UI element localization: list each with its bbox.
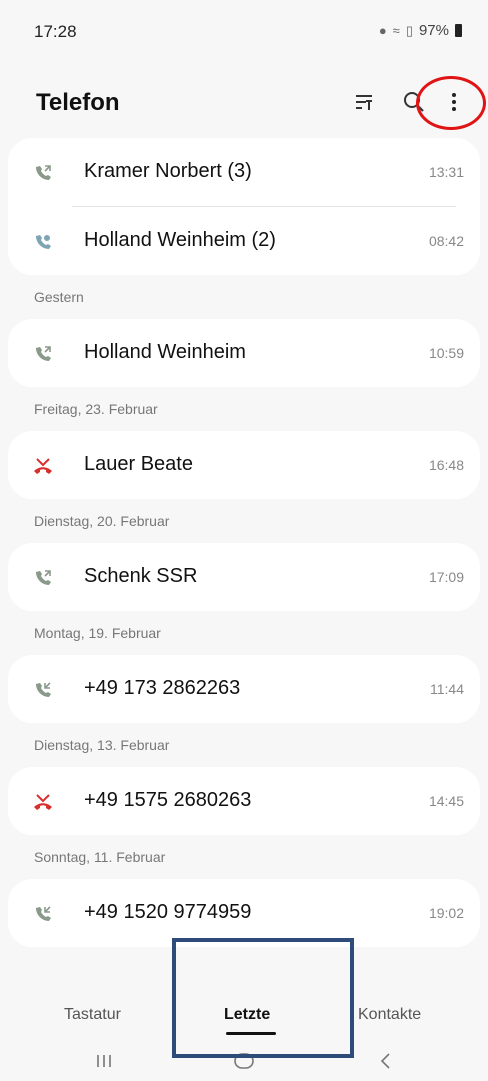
status-icons: ● ≈ ▯ 97% (379, 22, 462, 39)
contact-name: Kramer Norbert (3) (84, 160, 252, 182)
date-header: Dienstag, 20. Februar (34, 513, 170, 529)
contact-name: +49 173 2862263 (84, 677, 241, 699)
call-log-list: Kramer Norbert (3) 13:31 Holland Weinhei… (0, 138, 488, 947)
battery-icon (455, 24, 462, 37)
call-log-row[interactable]: Holland Weinheim (2) 08:42 (8, 207, 480, 275)
search-button[interactable] (396, 84, 432, 120)
tab-letzte[interactable]: Letzte (224, 1006, 270, 1024)
back-button[interactable] (366, 1046, 406, 1076)
call-time: 08:42 (428, 233, 464, 249)
call-time: 17:09 (428, 569, 464, 585)
missed-call-icon (34, 794, 52, 810)
date-header: Freitag, 23. Februar (34, 401, 158, 417)
call-group: Lauer Beate 16:48 (8, 431, 480, 499)
call-time: 11:44 (430, 681, 464, 697)
more-options-button[interactable] (436, 84, 472, 120)
call-log-row[interactable]: Lauer Beate 16:48 (8, 431, 480, 499)
call-time: 16:48 (428, 457, 464, 473)
contact-name: +49 1520 9774959 (84, 901, 252, 923)
call-group: Kramer Norbert (3) 13:31 Holland Weinhei… (8, 138, 480, 275)
back-icon (380, 1053, 390, 1069)
recents-icon (97, 1055, 111, 1067)
video-call-icon (36, 235, 51, 249)
date-header: Dienstag, 13. Februar (34, 737, 170, 753)
home-button[interactable] (224, 1046, 264, 1076)
call-group: +49 1520 9774959 19:02 (8, 879, 480, 947)
contact-name: Schenk SSR (84, 565, 198, 587)
call-group: +49 1575 2680263 14:45 (8, 767, 480, 835)
call-log-row[interactable]: Kramer Norbert (3) 13:31 (8, 138, 480, 206)
call-group: +49 173 2862263 11:44 (8, 655, 480, 723)
call-time: 19:02 (428, 905, 464, 921)
more-vertical-icon (452, 93, 456, 111)
call-log-row[interactable]: +49 1520 9774959 19:02 (8, 879, 480, 947)
call-log-row[interactable]: +49 1575 2680263 14:45 (8, 767, 480, 835)
call-time: 14:45 (428, 793, 464, 809)
call-time: 10:59 (428, 345, 464, 361)
status-bar: 17:28 ● ≈ ▯ 97% (0, 0, 488, 60)
wifi-icon: ≈ (392, 23, 400, 38)
outgoing-call-icon (36, 570, 51, 585)
call-group: Holland Weinheim 10:59 (8, 319, 480, 387)
contact-name: Lauer Beate (84, 453, 193, 475)
date-header: Sonntag, 11. Februar (34, 849, 166, 865)
bottom-navigation: Tastatur Letzte Kontakte (0, 990, 488, 1040)
system-navigation-bar (0, 1040, 488, 1081)
active-tab-indicator (226, 1032, 276, 1035)
battery-percentage: 97% (418, 22, 449, 39)
page-title: Telefon (36, 89, 120, 116)
signal-icon: ▯ (405, 22, 413, 38)
date-header: Gestern (34, 289, 84, 305)
incoming-call-icon (36, 682, 51, 697)
home-icon (234, 1053, 254, 1069)
tab-tastatur[interactable]: Tastatur (64, 1006, 121, 1024)
tab-kontakte[interactable]: Kontakte (358, 1006, 421, 1024)
call-log-row[interactable]: Holland Weinheim 10:59 (8, 319, 480, 387)
outgoing-call-icon (36, 346, 51, 361)
search-icon (404, 92, 424, 112)
status-time: 17:28 (34, 22, 77, 41)
call-log-row[interactable]: +49 173 2862263 11:44 (8, 655, 480, 723)
incoming-call-icon (36, 906, 51, 921)
filter-button[interactable] (346, 84, 382, 120)
filter-icon (356, 95, 372, 110)
call-group: Schenk SSR 17:09 (8, 543, 480, 611)
call-log-row[interactable]: Schenk SSR 17:09 (8, 543, 480, 611)
missed-call-icon (34, 458, 52, 474)
contact-name: +49 1575 2680263 (84, 789, 252, 811)
contact-name: Holland Weinheim (84, 341, 246, 363)
app-header: Telefon (0, 78, 488, 128)
recents-button[interactable] (84, 1046, 124, 1076)
call-time: 13:31 (428, 164, 464, 180)
alarm-icon: ● (378, 23, 387, 38)
outgoing-call-icon (36, 165, 51, 180)
date-header: Montag, 19. Februar (34, 625, 161, 641)
contact-name: Holland Weinheim (2) (84, 229, 276, 251)
